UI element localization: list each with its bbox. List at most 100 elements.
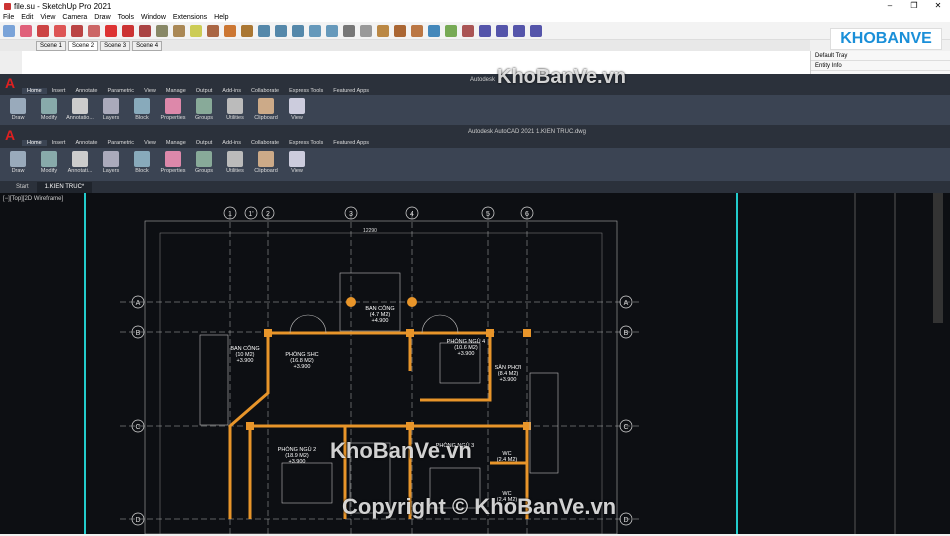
- ribbon-clipboard[interactable]: Clipboard: [252, 95, 280, 121]
- arc-tool-icon[interactable]: [54, 24, 66, 37]
- autocad-logo-icon[interactable]: A: [5, 128, 19, 142]
- tape-tool-icon[interactable]: [173, 24, 185, 37]
- zoom-tool-icon[interactable]: [258, 24, 270, 37]
- tab-addins[interactable]: Add-ins: [217, 140, 246, 146]
- tab-parametric[interactable]: Parametric: [102, 88, 139, 94]
- tab-featured[interactable]: Featured Apps: [328, 88, 374, 94]
- scene-tab-1[interactable]: Scene 1: [36, 40, 67, 51]
- tab-output[interactable]: Output: [191, 140, 218, 146]
- pushpull-tool-icon[interactable]: [88, 24, 100, 37]
- fog-icon[interactable]: [445, 24, 457, 37]
- ribbon-view[interactable]: View: [283, 95, 311, 121]
- menu-view[interactable]: View: [40, 14, 55, 21]
- ribbon-annotation[interactable]: Annotati...: [66, 148, 94, 174]
- menu-extensions[interactable]: Extensions: [173, 14, 207, 21]
- tab-insert[interactable]: Insert: [47, 88, 71, 94]
- solid-tool-icon[interactable]: [411, 24, 423, 37]
- tab-featured[interactable]: Featured Apps: [328, 140, 374, 146]
- tab-home[interactable]: Home: [22, 140, 47, 146]
- bezier-icon[interactable]: [530, 24, 542, 37]
- shadow-icon[interactable]: [462, 24, 474, 37]
- menu-edit[interactable]: Edit: [21, 14, 33, 21]
- move-tool-icon[interactable]: [105, 24, 117, 37]
- tab-view[interactable]: View: [139, 88, 161, 94]
- pan-tool-icon[interactable]: [241, 24, 253, 37]
- box-tool-icon[interactable]: [394, 24, 406, 37]
- text-tool-icon[interactable]: [190, 24, 202, 37]
- ribbon-properties[interactable]: Properties: [159, 148, 187, 174]
- ribbon-modify[interactable]: Modify: [35, 95, 63, 121]
- ribbon-properties[interactable]: Properties: [159, 95, 187, 121]
- scene-tab-3[interactable]: Scene 3: [100, 40, 131, 51]
- ribbon-groups[interactable]: Groups: [190, 95, 218, 121]
- rotate-tool-icon[interactable]: [122, 24, 134, 37]
- entity-info[interactable]: Entity Info: [811, 61, 950, 71]
- tab-output[interactable]: Output: [191, 88, 218, 94]
- ribbon-clipboard[interactable]: Clipboard: [252, 148, 280, 174]
- polyline-icon[interactable]: [513, 24, 525, 37]
- ribbon-view[interactable]: View: [283, 148, 311, 174]
- eraser-tool-icon[interactable]: [20, 24, 32, 37]
- paint-tool-icon[interactable]: [207, 24, 219, 37]
- maximize-button[interactable]: ❐: [902, 0, 926, 12]
- section-icon[interactable]: [360, 24, 372, 37]
- sandbox-icon[interactable]: [377, 24, 389, 37]
- ribbon-layers[interactable]: Layers: [97, 95, 125, 121]
- warehouse-icon[interactable]: [292, 24, 304, 37]
- tab-manage[interactable]: Manage: [161, 140, 191, 146]
- tab-annotate[interactable]: Annotate: [70, 88, 102, 94]
- menu-help[interactable]: Help: [214, 14, 228, 21]
- style-icon[interactable]: [428, 24, 440, 37]
- tab-manage[interactable]: Manage: [161, 88, 191, 94]
- tab-parametric[interactable]: Parametric: [102, 140, 139, 146]
- line-tool-icon[interactable]: [37, 24, 49, 37]
- offset-tool-icon[interactable]: [156, 24, 168, 37]
- tab-collaborate[interactable]: Collaborate: [246, 88, 284, 94]
- tab-annotate[interactable]: Annotate: [70, 140, 102, 146]
- scene-tab-2[interactable]: Scene 2: [68, 40, 99, 51]
- menu-camera[interactable]: Camera: [62, 14, 87, 21]
- menu-window[interactable]: Window: [141, 14, 166, 21]
- curve-icon[interactable]: [479, 24, 491, 37]
- sketchup-viewport[interactable]: [22, 51, 810, 74]
- ribbon-block[interactable]: Block: [128, 95, 156, 121]
- ribbon-block[interactable]: Block: [128, 148, 156, 174]
- shape-tool-icon[interactable]: [71, 24, 83, 37]
- tab-express[interactable]: Express Tools: [284, 88, 328, 94]
- file-tab-start[interactable]: Start: [8, 182, 37, 193]
- menu-tools[interactable]: Tools: [118, 14, 134, 21]
- autocad-logo-icon[interactable]: A: [5, 76, 19, 90]
- ribbon-utilities[interactable]: Utilities: [221, 148, 249, 174]
- orbit-tool-icon[interactable]: [224, 24, 236, 37]
- ribbon-modify[interactable]: Modify: [35, 148, 63, 174]
- tab-express[interactable]: Express Tools: [284, 140, 328, 146]
- ribbon-draw[interactable]: Draw: [4, 148, 32, 174]
- ribbon-annotation[interactable]: Annotatio...: [66, 95, 94, 121]
- spline-icon[interactable]: [496, 24, 508, 37]
- tab-insert[interactable]: Insert: [47, 140, 71, 146]
- extension-icon[interactable]: [309, 24, 321, 37]
- tab-view[interactable]: View: [139, 140, 161, 146]
- close-button[interactable]: ✕: [926, 0, 950, 12]
- ribbon-draw[interactable]: Draw: [4, 95, 32, 121]
- tab-addins[interactable]: Add-ins: [217, 88, 246, 94]
- viewport-label[interactable]: [−][Top][2D Wireframe]: [3, 196, 63, 202]
- drawing-canvas[interactable]: 1 1' 2 3 4 5 6 A A B B C C D D 12290 BAN…: [0, 193, 950, 535]
- select-tool-icon[interactable]: [3, 24, 15, 37]
- ribbon-groups[interactable]: Groups: [190, 148, 218, 174]
- minimize-button[interactable]: –: [878, 0, 902, 12]
- scene-tab-4[interactable]: Scene 4: [132, 40, 163, 51]
- menu-file[interactable]: File: [3, 14, 14, 21]
- tab-collaborate[interactable]: Collaborate: [246, 140, 284, 146]
- tab-home[interactable]: Home: [22, 87, 47, 94]
- layout-icon[interactable]: [326, 24, 338, 37]
- tray-title[interactable]: Default Tray: [811, 51, 950, 61]
- zoom-extents-icon[interactable]: [275, 24, 287, 37]
- ribbon-utilities[interactable]: Utilities: [221, 95, 249, 121]
- profile-icon[interactable]: [343, 24, 355, 37]
- scale-tool-icon[interactable]: [139, 24, 151, 37]
- file-tab-kien-truc[interactable]: 1.KIEN TRUC*: [36, 181, 93, 193]
- vertical-scrollbar[interactable]: [933, 193, 943, 323]
- ribbon-layers[interactable]: Layers: [97, 148, 125, 174]
- menu-draw[interactable]: Draw: [94, 14, 110, 21]
